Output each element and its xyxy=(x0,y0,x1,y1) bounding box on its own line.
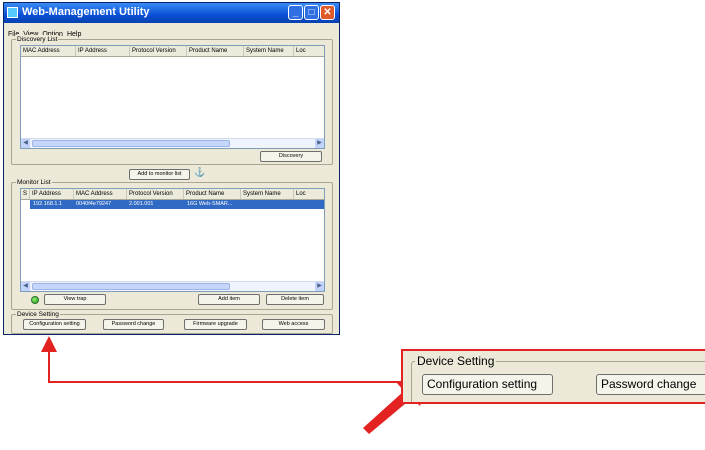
delete-item-button[interactable]: Delete item xyxy=(266,294,324,305)
row-mac: 0040f4e79247 xyxy=(76,201,112,207)
col-product-name[interactable]: Product Name xyxy=(187,46,244,56)
anchor-icon[interactable]: ⚓ xyxy=(194,167,205,178)
col-system-name[interactable]: System Name xyxy=(244,46,294,56)
firmware-upgrade-button[interactable]: Firmware upgrade xyxy=(184,319,247,330)
scroll-thumb[interactable] xyxy=(32,283,230,290)
col-location[interactable]: Loc xyxy=(294,46,324,56)
maximize-icon[interactable]: □ xyxy=(304,5,319,20)
zoom-device-setting-legend: Device Setting xyxy=(415,354,497,368)
row-protocol: 2.001.001 xyxy=(129,201,154,207)
monitor-legend: Monitor List xyxy=(16,178,52,187)
col-protocol-version[interactable]: Protocol Version xyxy=(130,46,187,56)
device-setting-legend: Device Setting xyxy=(16,310,60,319)
callout-connector-line xyxy=(48,350,401,383)
web-access-button[interactable]: Web access xyxy=(262,319,325,330)
menu-bar: FileViewOptionHelp xyxy=(4,23,339,38)
menu-help[interactable]: Help xyxy=(67,31,81,38)
col-system-name[interactable]: System Name xyxy=(241,189,294,199)
col-protocol-version[interactable]: Protocol Version xyxy=(127,189,184,199)
col-ip-address[interactable]: IP Address xyxy=(30,189,74,199)
col-location[interactable]: Loc xyxy=(294,189,324,199)
add-to-monitor-button[interactable]: Add to monitor list xyxy=(129,169,190,180)
col-product-name[interactable]: Product Name xyxy=(184,189,241,199)
configuration-setting-button[interactable]: Configuration setting xyxy=(23,319,86,330)
scroll-thumb[interactable] xyxy=(32,140,230,147)
scroll-left-icon[interactable]: ◀ xyxy=(21,139,30,148)
row-product: 16G Web-SMAR... xyxy=(187,201,233,207)
scroll-right-icon[interactable]: ▶ xyxy=(315,139,324,148)
trap-status-icon xyxy=(31,296,39,304)
discovery-scrollbar[interactable]: ◀ ▶ xyxy=(21,138,324,148)
password-change-button[interactable]: Password change xyxy=(103,319,164,330)
table-row[interactable]: 192.168.1.1 0040f4e79247 2.001.001 16G W… xyxy=(30,200,324,209)
app-icon xyxy=(7,7,18,18)
monitor-header: S IP Address MAC Address Protocol Versio… xyxy=(21,189,324,200)
monitor-scrollbar[interactable]: ◀ ▶ xyxy=(21,281,324,291)
col-mac-address[interactable]: MAC Address xyxy=(21,46,76,56)
add-item-button[interactable]: Add item xyxy=(198,294,260,305)
close-icon[interactable]: ✕ xyxy=(320,5,335,20)
scroll-left-icon[interactable]: ◀ xyxy=(21,282,30,291)
col-ip-address[interactable]: IP Address xyxy=(76,46,130,56)
callout-up-arrow-icon xyxy=(41,336,57,352)
zoom-password-change-button[interactable]: Password change xyxy=(596,374,705,395)
discovery-table[interactable]: MAC Address IP Address Protocol Version … xyxy=(20,45,325,149)
scroll-right-icon[interactable]: ▶ xyxy=(315,282,324,291)
title-bar: Web-Management Utility _ □ ✕ xyxy=(4,3,339,23)
window-title: Web-Management Utility xyxy=(22,6,150,18)
discovery-header: MAC Address IP Address Protocol Version … xyxy=(21,46,324,57)
zoom-inset: Device Setting Configuration setting Pas… xyxy=(401,349,705,404)
row-ip: 192.168.1.1 xyxy=(33,201,63,207)
col-status[interactable]: S xyxy=(21,189,30,199)
col-mac-address[interactable]: MAC Address xyxy=(74,189,127,199)
app-window: Web-Management Utility _ □ ✕ FileViewOpt… xyxy=(3,2,340,335)
discovery-legend: Discovery List xyxy=(16,35,59,44)
view-trap-button[interactable]: View trap xyxy=(44,294,106,305)
monitor-table[interactable]: S IP Address MAC Address Protocol Versio… xyxy=(20,188,325,292)
discovery-button[interactable]: Discovery xyxy=(260,151,322,162)
minimize-icon[interactable]: _ xyxy=(288,5,303,20)
zoom-configuration-setting-button[interactable]: Configuration setting xyxy=(422,374,553,395)
